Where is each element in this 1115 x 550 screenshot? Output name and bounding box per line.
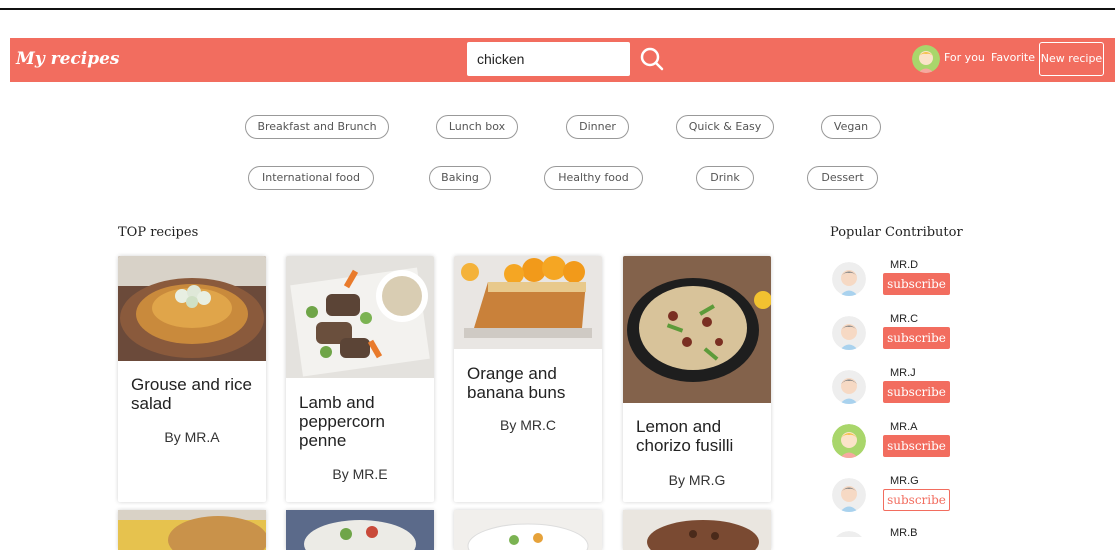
contributor-avatar[interactable] <box>832 531 866 537</box>
category-vegan[interactable]: Vegan <box>821 115 881 139</box>
recipe-title: Grouse and rice salad <box>131 375 252 413</box>
recipe-image <box>454 510 602 550</box>
brand-logo[interactable]: My recipes <box>16 49 119 69</box>
recipe-card[interactable]: Lemon and chorizo fusilli By MR.G <box>623 256 771 502</box>
contributor-item: MR.J subscribe <box>832 367 962 414</box>
contributor-name[interactable]: MR.J <box>890 367 916 379</box>
category-dinner[interactable]: Dinner <box>566 115 629 139</box>
recipe-card[interactable]: Grouse and rice salad By MR.A <box>118 256 266 502</box>
category-breakfast-and-brunch[interactable]: Breakfast and Brunch <box>245 115 389 139</box>
subscribe-button[interactable]: subscribe <box>883 381 950 403</box>
recipe-title: Lamb and peppercorn penne <box>299 393 386 450</box>
recipe-title: Lemon and chorizo fusilli <box>636 417 734 455</box>
recipe-card[interactable] <box>454 510 602 550</box>
recipe-image <box>454 256 602 349</box>
recipe-card[interactable]: Orange and banana buns By MR.C <box>454 256 602 502</box>
recipe-author[interactable]: By MR.E <box>286 466 434 482</box>
search-icon[interactable] <box>639 46 665 72</box>
category-quick-and-easy[interactable]: Quick & Easy <box>676 115 774 139</box>
subscribe-button[interactable]: subscribe <box>883 273 950 295</box>
contributor-avatar[interactable] <box>832 478 866 512</box>
recipe-card[interactable] <box>286 510 434 550</box>
contributor-name[interactable]: MR.D <box>890 259 918 271</box>
subscribe-button[interactable]: subscribe <box>883 327 950 349</box>
category-international-food[interactable]: International food <box>248 166 374 190</box>
popular-contributor-heading: Popular Contributor <box>830 225 963 240</box>
contributor-item: MR.C subscribe <box>832 313 962 360</box>
subscribe-button[interactable]: subscribe <box>883 489 950 511</box>
recipe-author[interactable]: By MR.C <box>454 417 602 433</box>
category-lunch-box[interactable]: Lunch box <box>436 115 518 139</box>
user-avatar[interactable] <box>912 45 940 73</box>
recipe-card[interactable]: Lamb and peppercorn penne By MR.E <box>286 256 434 502</box>
contributor-name[interactable]: MR.B <box>890 527 918 537</box>
recipe-image <box>118 256 266 361</box>
contributor-avatar[interactable] <box>832 424 866 458</box>
recipe-title: Orange and banana buns <box>467 364 566 402</box>
navbar: My recipes chicken For you Favorite New … <box>10 38 1115 82</box>
new-recipe-button[interactable]: New recipe <box>1039 42 1104 76</box>
contributor-avatar[interactable] <box>832 316 866 350</box>
recipe-image <box>623 256 771 403</box>
category-baking[interactable]: Baking <box>429 166 491 190</box>
recipe-author[interactable]: By MR.A <box>118 429 266 445</box>
recipe-card[interactable] <box>118 510 266 550</box>
contributor-avatar[interactable] <box>832 370 866 404</box>
category-drink[interactable]: Drink <box>696 166 754 190</box>
category-healthy-food[interactable]: Healthy food <box>544 166 643 190</box>
contributor-name[interactable]: MR.G <box>890 475 919 487</box>
contributor-item: MR.G subscribe <box>832 475 962 522</box>
recipe-author[interactable]: By MR.G <box>623 472 771 488</box>
recipe-image <box>286 510 434 550</box>
contributor-avatar[interactable] <box>832 262 866 296</box>
top-recipes-heading: TOP recipes <box>118 225 199 240</box>
contributor-item: MR.A subscribe <box>832 421 962 468</box>
recipe-card[interactable] <box>623 510 771 550</box>
search-input[interactable]: chicken <box>467 42 630 76</box>
nav-favorite[interactable]: Favorite <box>991 51 1035 64</box>
recipe-image <box>286 256 434 378</box>
recipe-image <box>118 510 266 550</box>
contributor-name[interactable]: MR.A <box>890 421 918 433</box>
subscribe-button[interactable]: subscribe <box>883 435 950 457</box>
nav-for-you[interactable]: For you <box>944 51 985 64</box>
contributor-name[interactable]: MR.C <box>890 313 918 325</box>
top-divider <box>0 8 1115 10</box>
category-dessert[interactable]: Dessert <box>807 166 878 190</box>
recipe-image <box>623 510 771 550</box>
contributor-item: MR.D subscribe <box>832 259 962 306</box>
